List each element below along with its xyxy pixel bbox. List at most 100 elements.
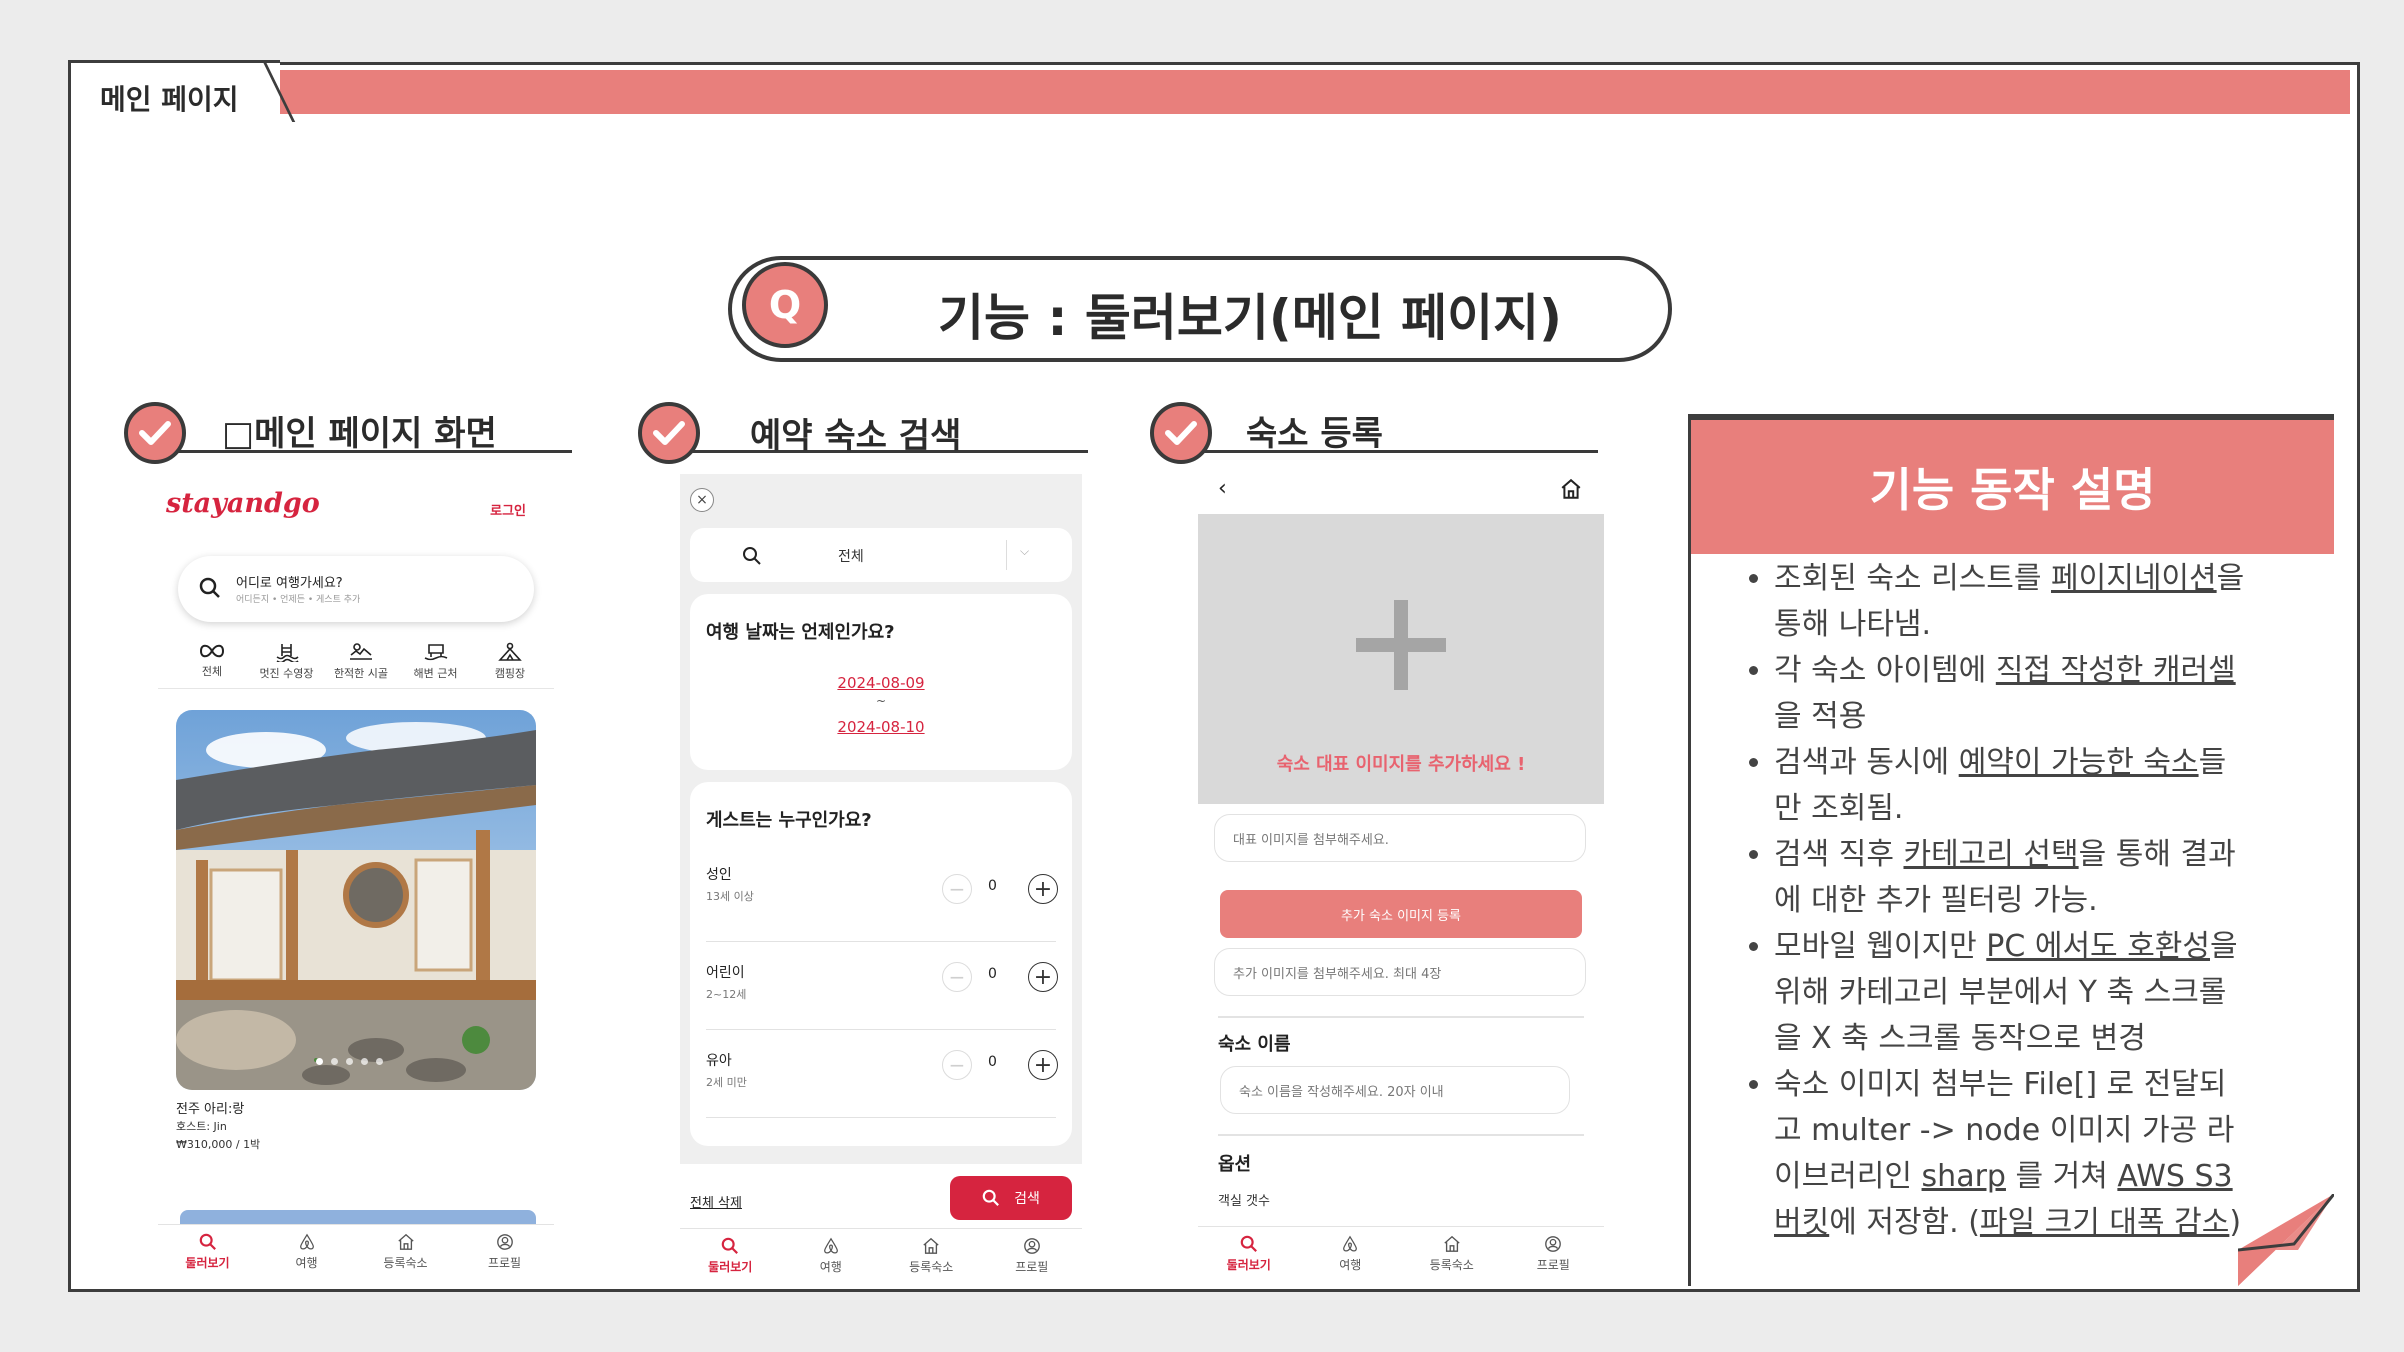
airbnb-icon <box>823 1237 838 1253</box>
profile-icon <box>1545 1235 1562 1252</box>
room-count-label: 객실 갯수 <box>1218 1194 1270 1209</box>
guest-row-infant: 유아 2세 미만 − 0 + <box>706 1030 1058 1118</box>
back-icon[interactable]: ‹ <box>1218 476 1227 501</box>
listing-name-input[interactable]: 숙소 이름을 작성해주세요. 20자 이내 <box>1220 1066 1570 1114</box>
chevron-down-icon: ⌵ <box>1020 544 1030 558</box>
listing-host: 호스트: Jin <box>176 1120 227 1133</box>
countryside-icon <box>350 643 372 660</box>
nav-trips[interactable]: 여행 <box>1300 1227 1402 1280</box>
section-title-register: 숙소 등록 <box>1246 414 1383 454</box>
phone-main-page: stayandgo 로그인 어디로 여행가세요? 어디든지 • 언제든 • 게스… <box>158 478 554 1278</box>
category-item[interactable]: 전체 <box>176 642 248 681</box>
home-icon[interactable] <box>1560 478 1582 500</box>
camping-icon <box>498 642 522 661</box>
increment-button[interactable]: + <box>1028 874 1058 904</box>
house-icon <box>1444 1235 1460 1252</box>
page-curl <box>2238 1194 2334 1286</box>
clear-all-link[interactable]: 전체 삭제 <box>690 1192 742 1211</box>
search-icon <box>721 1237 739 1254</box>
listing-carousel[interactable] <box>176 710 536 1090</box>
date-separator: ~ <box>875 694 887 708</box>
house-icon <box>923 1237 939 1254</box>
header-band <box>260 70 2350 114</box>
guest-count: 0 <box>988 1054 997 1070</box>
listing-price: ₩310,000 / 1박 <box>176 1138 261 1151</box>
bottom-nav: 둘러보기 여행 등록숙소 프로필 <box>1198 1226 1604 1280</box>
list-item: 검색 직후 카테고리 선택을 통해 결과에 대한 추가 필터링 가능. <box>1774 832 2252 924</box>
category-bar: 전체 멋진 수영장 한적한 시골 해변 근처 캠핑장 <box>176 642 546 681</box>
guest-card: 게스트는 누구인가요? 성인 13세 이상 − 0 + 어린이 2~12세 − … <box>690 782 1072 1146</box>
category-item[interactable]: 한적한 시골 <box>325 642 397 681</box>
phone-search: × 전체 ⌵ 여행 날짜는 언제인가요? 2024-08-09 ~ 2024-0… <box>680 474 1082 1282</box>
divider <box>158 688 554 689</box>
divider <box>1218 1134 1584 1136</box>
airbnb-icon <box>1343 1235 1358 1251</box>
nav-profile[interactable]: 프로필 <box>1503 1227 1605 1280</box>
bottom-nav: 둘러보기 여행 등록숙소 프로필 <box>680 1228 1082 1282</box>
nav-trips[interactable]: 여행 <box>257 1225 356 1278</box>
nav-listings[interactable]: 등록숙소 <box>356 1225 455 1278</box>
listing-title[interactable]: 전주 아리:랑 <box>176 1098 244 1117</box>
date-end[interactable]: 2024-08-10 <box>690 718 1072 736</box>
date-start[interactable]: 2024-08-09 <box>690 674 1072 692</box>
section-title-search: 예약 숙소 검색 <box>750 416 962 456</box>
house-icon <box>397 1233 414 1250</box>
location-value: 전체 <box>838 549 864 565</box>
q-badge: Q <box>742 262 828 348</box>
search-icon <box>199 1233 216 1250</box>
check-icon <box>124 402 186 464</box>
name-label: 숙소 이름 <box>1218 1034 1291 1055</box>
beach-icon <box>424 644 447 661</box>
nav-listings[interactable]: 등록숙소 <box>881 1229 982 1282</box>
category-item[interactable]: 해변 근처 <box>400 642 472 681</box>
nav-profile[interactable]: 프로필 <box>455 1225 554 1278</box>
category-item[interactable]: 캠핑장 <box>474 642 546 681</box>
nav-explore[interactable]: 둘러보기 <box>680 1229 781 1282</box>
nav-explore[interactable]: 둘러보기 <box>1198 1227 1300 1280</box>
search-icon <box>982 1189 1000 1206</box>
carousel-dots[interactable] <box>316 1058 383 1065</box>
decrement-button[interactable]: − <box>942 1050 972 1080</box>
section-underline <box>1176 450 1598 453</box>
search-title: 어디로 여행가세요? <box>236 576 343 591</box>
list-item: 모바일 웹이지만 PC 에서도 호환성을 위해 카테고리 부분에서 Y 축 스크… <box>1774 924 2252 1062</box>
plus-icon <box>1356 600 1446 690</box>
slide-title: 기능 : 둘러보기(메인 페이지) <box>938 289 1562 347</box>
main-image-upload[interactable]: 숙소 대표 이미지를 추가하세요 ! <box>1198 514 1604 804</box>
search-icon <box>199 577 220 598</box>
search-button[interactable]: 검색 <box>950 1176 1072 1220</box>
login-link[interactable]: 로그인 <box>490 500 526 519</box>
panel-title: 기능 동작 설명 <box>1691 420 2334 554</box>
brand-logo[interactable]: stayandgo <box>166 488 320 519</box>
guest-row-child: 어린이 2~12세 − 0 + <box>706 942 1058 1030</box>
list-item: 검색과 동시에 예약이 가능한 숙소들만 조회됨. <box>1774 740 2252 832</box>
guest-row-adult: 성인 13세 이상 − 0 + <box>706 854 1058 942</box>
search-subtitle: 어디든지 • 언제든 • 게스트 추가 <box>236 595 361 605</box>
list-item: 조회된 숙소 리스트를 페이지네이션을 통해 나타냄. <box>1774 556 2252 648</box>
decrement-button[interactable]: − <box>942 874 972 904</box>
section-title-main: □메인 페이지 화면 <box>222 414 497 454</box>
search-bar[interactable]: 어디로 여행가세요? 어디든지 • 언제든 • 게스트 추가 <box>178 556 534 622</box>
category-item[interactable]: 멋진 수영장 <box>251 642 323 681</box>
guest-count: 0 <box>988 966 997 982</box>
add-images-button[interactable]: 추가 숙소 이미지 등록 <box>1220 890 1582 938</box>
increment-button[interactable]: + <box>1028 1050 1058 1080</box>
close-icon[interactable]: × <box>690 488 714 512</box>
guest-count: 0 <box>988 878 997 894</box>
nav-explore[interactable]: 둘러보기 <box>158 1225 257 1278</box>
nav-listings[interactable]: 등록숙소 <box>1401 1227 1503 1280</box>
date-question: 여행 날짜는 언제인가요? <box>706 622 895 643</box>
main-image-field[interactable]: 대표 이미지를 첨부해주세요. <box>1214 814 1586 862</box>
location-select[interactable]: 전체 ⌵ <box>690 528 1072 582</box>
airbnb-icon <box>299 1233 314 1249</box>
nav-profile[interactable]: 프로필 <box>982 1229 1083 1282</box>
listing-photo <box>176 710 536 1090</box>
increment-button[interactable]: + <box>1028 962 1058 992</box>
bottom-nav: 둘러보기 여행 등록숙소 프로필 <box>158 1224 554 1278</box>
decrement-button[interactable]: − <box>942 962 972 992</box>
nav-trips[interactable]: 여행 <box>781 1229 882 1282</box>
extra-images-field[interactable]: 추가 이미지를 첨부해주세요. 최대 4장 <box>1214 948 1586 996</box>
guest-question: 게스트는 누구인가요? <box>706 810 872 831</box>
feature-list: 조회된 숙소 리스트를 페이지네이션을 통해 나타냄. 각 숙소 아이템에 직접… <box>1748 556 2252 1246</box>
list-item: 숙소 이미지 첨부는 File[] 로 전달되고 multer -> node … <box>1774 1062 2252 1246</box>
